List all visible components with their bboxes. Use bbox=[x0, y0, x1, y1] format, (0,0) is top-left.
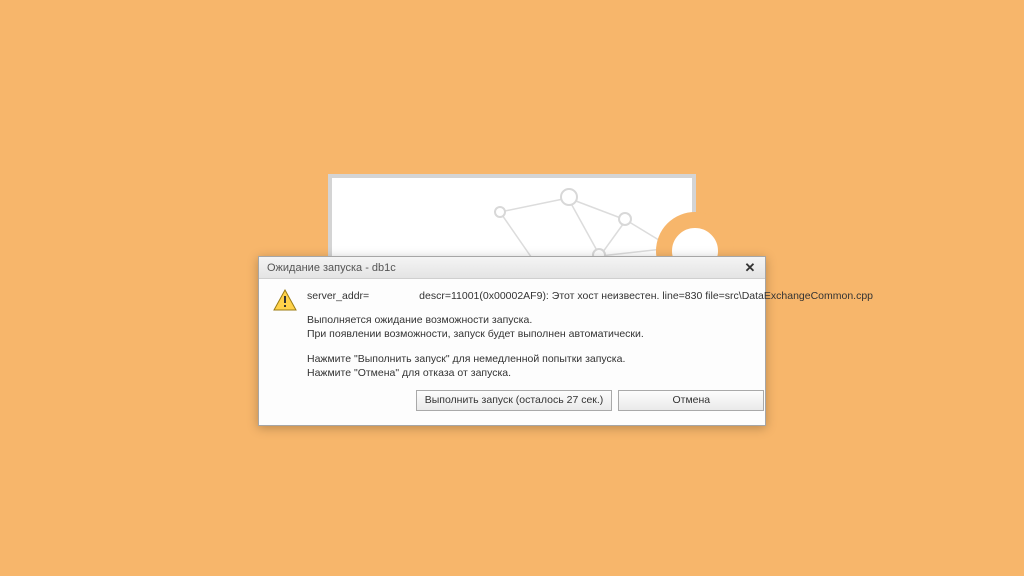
info-line: Нажмите "Выполнить запуск" для немедленн… bbox=[307, 352, 873, 366]
wait-launch-dialog: Ожидание запуска - db1c ✕ server_addr=de… bbox=[258, 256, 766, 426]
info-paragraph-2: Нажмите "Выполнить запуск" для немедленн… bbox=[307, 352, 873, 380]
dialog-buttons: Выполнить запуск (осталось 27 сек.) Отме… bbox=[307, 390, 873, 411]
error-suffix: descr=11001(0x00002AF9): Этот хост неизв… bbox=[419, 290, 873, 302]
info-line: Выполняется ожидание возможности запуска… bbox=[307, 313, 873, 327]
info-line: Нажмите "Отмена" для отказа от запуска. bbox=[307, 366, 873, 380]
dialog-titlebar: Ожидание запуска - db1c ✕ bbox=[259, 257, 765, 279]
warning-icon bbox=[273, 289, 297, 411]
error-message: server_addr= descr=11001(0x00002AF9): Это… bbox=[307, 289, 873, 303]
retry-launch-button[interactable]: Выполнить запуск (осталось 27 сек.) bbox=[416, 390, 613, 411]
cancel-button[interactable]: Отмена bbox=[618, 390, 764, 411]
info-line: При появлении возможности, запуск будет … bbox=[307, 327, 873, 341]
dialog-content: server_addr= descr=11001(0x00002AF9): Это… bbox=[307, 289, 873, 411]
close-icon[interactable]: ✕ bbox=[741, 260, 759, 276]
dialog-title: Ожидание запуска - db1c bbox=[267, 262, 741, 274]
error-prefix: server_addr= bbox=[307, 290, 369, 302]
info-paragraph-1: Выполняется ожидание возможности запуска… bbox=[307, 313, 873, 341]
